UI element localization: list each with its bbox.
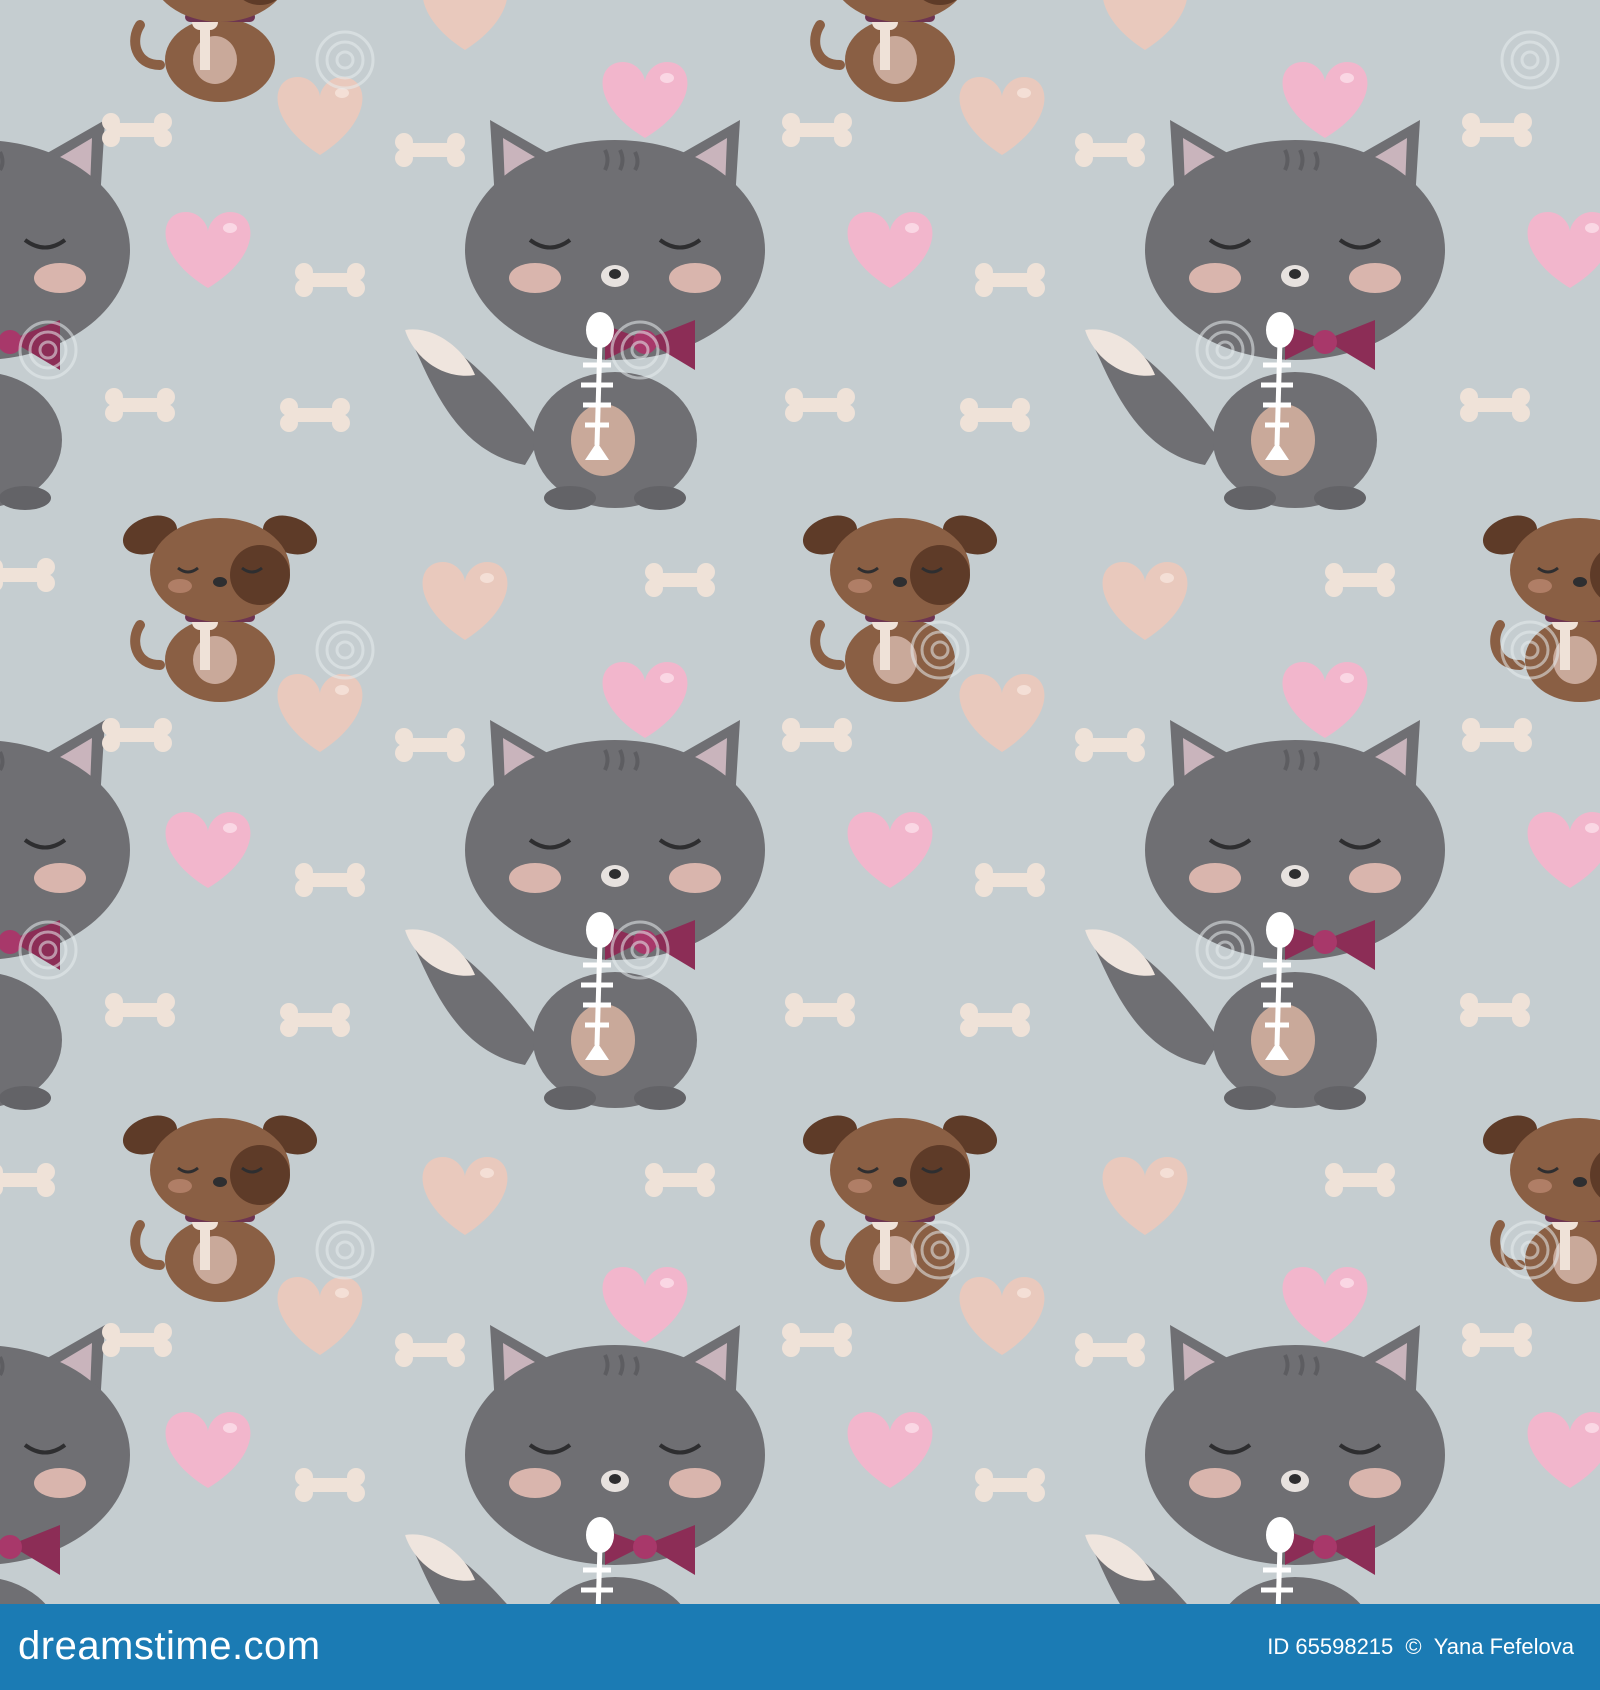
brand-logo[interactable]: dreamstime.com xyxy=(18,1624,321,1669)
cat-puppy-pattern xyxy=(0,0,1600,1604)
image-id: ID 65598215 xyxy=(1267,1634,1394,1659)
copyright-symbol: © xyxy=(1405,1634,1422,1659)
stock-image-frame: dreamstime.com ID 65598215 © Yana Fefelo… xyxy=(0,0,1600,1690)
author-name[interactable]: Yana Fefelova xyxy=(1434,1634,1574,1659)
stock-footer-bar: dreamstime.com ID 65598215 © Yana Fefelo… xyxy=(0,1604,1600,1690)
image-credit: ID 65598215 © Yana Fefelova xyxy=(1261,1634,1574,1660)
